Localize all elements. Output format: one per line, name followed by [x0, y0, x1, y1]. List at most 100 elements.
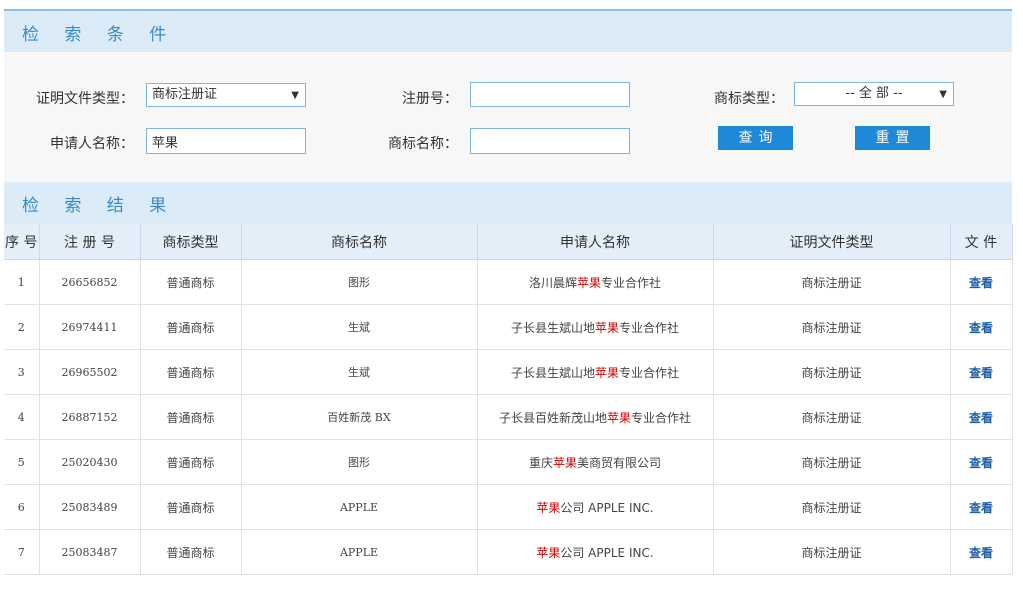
tm-name-cell: 图形: [241, 259, 478, 305]
reset-button[interactable]: 重置: [855, 126, 930, 150]
reg-number: 26965502: [61, 365, 118, 379]
applicant-name-cell: 苹果公司 APPLE INC.: [477, 529, 714, 575]
col-header-applicant: 申请人名称: [477, 224, 714, 260]
tm-name-label: 商标名称：: [388, 136, 458, 152]
applicant-input[interactable]: [146, 128, 306, 154]
row-number: 5: [17, 455, 25, 469]
view-link[interactable]: 查看: [969, 456, 993, 470]
col-header-doc-type: 证明文件类型: [713, 224, 951, 260]
tm-name-cell: APPLE: [241, 529, 478, 575]
highlight-term: 苹果: [536, 545, 561, 560]
doc-type-value: 商标注册证: [152, 87, 218, 102]
view-link[interactable]: 查看: [969, 276, 993, 290]
reg-number: 25020430: [61, 455, 118, 469]
tm-name: APPLE: [339, 500, 379, 514]
tm-type: 普通商标: [166, 320, 215, 335]
row-number-cell: 4: [4, 394, 40, 440]
tm-type-cell: 普通商标: [140, 439, 242, 485]
view-link[interactable]: 查看: [969, 501, 993, 515]
doc-type: 商标注册证: [801, 320, 862, 335]
applicant-name: 苹果公司 APPLE INC.: [536, 500, 654, 515]
applicant-name: 子长县百姓新茂山地苹果专业合作社: [498, 410, 692, 425]
applicant-name-cell: 子长县百姓新茂山地苹果专业合作社: [477, 394, 714, 440]
table-header-row: 序 号 注 册 号 商标类型 商标名称 申请人名称 证明文件类型 文 件: [4, 224, 1013, 260]
tm-type-value: -- 全 部 --: [845, 86, 903, 101]
results-title: 检 索 结 果: [22, 195, 177, 216]
query-button[interactable]: 查询: [718, 126, 793, 150]
view-link-cell: 查看: [950, 394, 1013, 440]
applicant-name-cell: 洛川晨辉苹果专业合作社: [477, 259, 714, 305]
view-link-cell: 查看: [950, 484, 1013, 530]
tm-type-cell: 普通商标: [140, 304, 242, 350]
chevron-down-icon: ▼: [939, 89, 947, 100]
row-number: 2: [17, 320, 25, 334]
view-link-cell: 查看: [950, 439, 1013, 485]
highlight-term: 苹果: [552, 455, 577, 470]
tm-name-cell: 生斌: [241, 304, 478, 350]
doc-type: 商标注册证: [801, 365, 862, 380]
doc-type-cell: 商标注册证: [713, 529, 951, 575]
highlight-term: 苹果: [536, 500, 561, 515]
reg-number: 26887152: [61, 410, 118, 424]
tm-type-select[interactable]: -- 全 部 -- ▼: [794, 82, 954, 106]
tm-name: APPLE: [339, 545, 379, 559]
reg-number: 26656852: [61, 275, 118, 289]
col-header-no: 序 号: [4, 224, 40, 260]
reg-number-cell: 25083489: [39, 484, 141, 530]
view-link[interactable]: 查看: [969, 546, 993, 560]
doc-type-cell: 商标注册证: [713, 349, 951, 395]
highlight-term: 苹果: [576, 275, 601, 290]
highlight-term: 苹果: [606, 410, 631, 425]
tm-name-cell: 百姓新茂 BX: [241, 394, 478, 440]
tm-name: 生斌: [348, 366, 370, 379]
col-header-reg-no: 注 册 号: [39, 224, 141, 260]
col-header-tm-name: 商标名称: [241, 224, 478, 260]
reg-number-cell: 26965502: [39, 349, 141, 395]
tm-type: 普通商标: [166, 365, 215, 380]
table-row: 5 25020430 普通商标 图形 重庆苹果美商贸有限公司 商标注册证 查看: [4, 439, 1013, 485]
tm-type: 普通商标: [166, 455, 215, 470]
applicant-name-cell: 苹果公司 APPLE INC.: [477, 484, 714, 530]
results-header: 检 索 结 果: [4, 182, 1012, 224]
reg-number-cell: 25020430: [39, 439, 141, 485]
row-number-cell: 7: [4, 529, 40, 575]
results-table: 序 号 注 册 号 商标类型 商标名称 申请人名称 证明文件类型 文 件 1 26…: [4, 224, 1013, 575]
table-row: 3 26965502 普通商标 生斌 子长县生斌山地苹果专业合作社 商标注册证 查看: [4, 349, 1013, 395]
view-link[interactable]: 查看: [969, 366, 993, 380]
tm-name-cell: 图形: [241, 439, 478, 485]
search-criteria-title: 检 索 条 件: [22, 25, 177, 45]
applicant-name: 子长县生斌山地苹果专业合作社: [510, 320, 680, 335]
applicant-name: 重庆苹果美商贸有限公司: [528, 455, 662, 470]
row-number-cell: 3: [4, 349, 40, 395]
row-number: 6: [17, 500, 25, 514]
tm-name: 百姓新茂 BX: [327, 411, 391, 424]
reg-no-label: 注册号：: [402, 91, 458, 107]
tm-name-input[interactable]: [470, 128, 630, 154]
applicant-name-cell: 子长县生斌山地苹果专业合作社: [477, 304, 714, 350]
tm-type-cell: 普通商标: [140, 394, 242, 440]
table-row: 7 25083487 普通商标 APPLE 苹果公司 APPLE INC. 商标注册证 查看: [4, 529, 1013, 575]
view-link-cell: 查看: [950, 259, 1013, 305]
doc-type-cell: 商标注册证: [713, 259, 951, 305]
reg-number-cell: 25083487: [39, 529, 141, 575]
view-link[interactable]: 查看: [969, 321, 993, 335]
row-number: 7: [17, 545, 25, 559]
tm-name: 图形: [348, 276, 370, 289]
row-number: 1: [17, 275, 25, 289]
search-criteria-header: 检 索 条 件: [4, 9, 1012, 54]
view-link[interactable]: 查看: [969, 411, 993, 425]
table-row: 2 26974411 普通商标 生斌 子长县生斌山地苹果专业合作社 商标注册证 查看: [4, 304, 1013, 350]
reg-number-cell: 26974411: [39, 304, 141, 350]
tm-type-cell: 普通商标: [140, 259, 242, 305]
table-row: 1 26656852 普通商标 图形 洛川晨辉苹果专业合作社 商标注册证 查看: [4, 259, 1013, 305]
doc-type: 商标注册证: [801, 500, 862, 515]
doc-type-select[interactable]: 商标注册证 ▼: [146, 83, 306, 107]
tm-type-cell: 普通商标: [140, 529, 242, 575]
tm-type: 普通商标: [166, 410, 215, 425]
tm-type-label: 商标类型：: [714, 91, 784, 107]
reg-no-input[interactable]: [470, 82, 630, 107]
applicant-label: 申请人名称：: [50, 136, 134, 152]
tm-type-cell: 普通商标: [140, 484, 242, 530]
doc-type-cell: 商标注册证: [713, 304, 951, 350]
row-number-cell: 6: [4, 484, 40, 530]
